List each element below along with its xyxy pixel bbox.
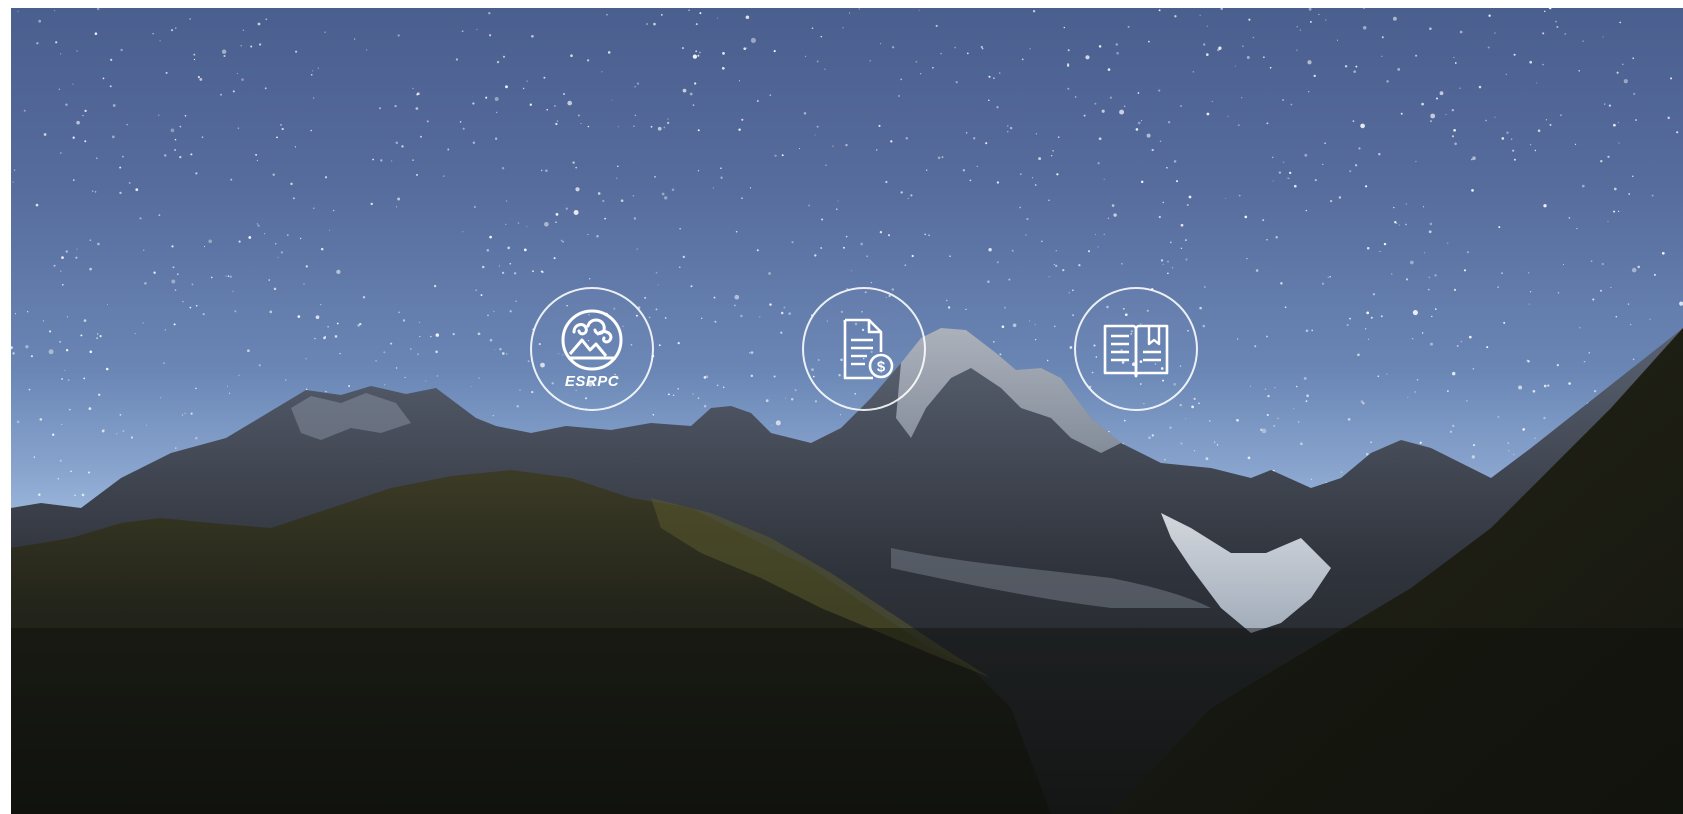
mountain-range (11, 328, 1683, 814)
esrpc-logo-label: ESRPC (564, 373, 620, 390)
book-link[interactable] (1074, 287, 1198, 411)
svg-text:$: $ (877, 359, 886, 376)
document-dollar-icon: $ (843, 318, 894, 380)
hero-banner: ESRPC $ (11, 8, 1683, 814)
esrpc-logo-link[interactable]: ESRPC (530, 287, 654, 411)
open-book-icon (1103, 324, 1169, 378)
esrpc-logo-icon (561, 309, 623, 371)
invoice-link[interactable]: $ (802, 287, 926, 411)
